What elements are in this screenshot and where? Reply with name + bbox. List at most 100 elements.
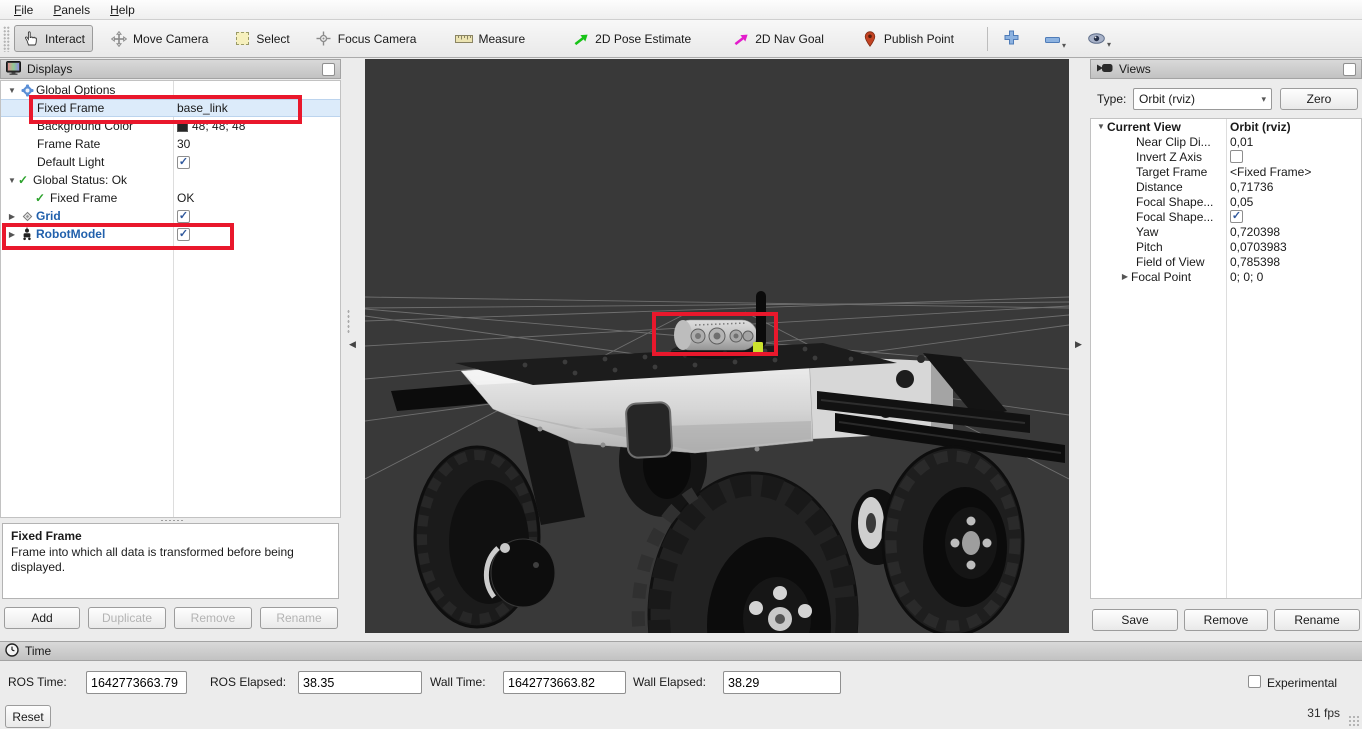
tree-row-default-light[interactable]: Default Light ✓ xyxy=(1,153,340,171)
interact-tool-button[interactable]: Interact xyxy=(14,25,93,52)
row-label: Focal Point xyxy=(1131,270,1191,284)
remove-view-button[interactable]: Remove xyxy=(1184,609,1268,631)
add-tool-button[interactable] xyxy=(998,26,1025,52)
publish-point-tool-button[interactable]: Publish Point xyxy=(853,25,962,53)
rviz-window: { "menu": { "items": [ {"label":"File"},… xyxy=(0,0,1362,729)
view-type-combobox[interactable]: Orbit (rviz) ▾ xyxy=(1133,88,1272,110)
distance-value[interactable]: 0,71736 xyxy=(1230,180,1273,194)
menu-panels[interactable]: Panels xyxy=(43,1,100,19)
remove-tool-dropdown-caret[interactable]: ▾ xyxy=(1062,41,1066,50)
tree-row-pitch[interactable]: Pitch 0,0703983 xyxy=(1091,239,1361,254)
view-type-value: Orbit (rviz) xyxy=(1139,92,1195,106)
toolbar-drag-handle[interactable] xyxy=(3,26,10,52)
tree-row-global-status[interactable]: ▼ ✓ Global Status: Ok xyxy=(1,171,340,189)
tree-row-near-clip[interactable]: Near Clip Di... 0,01 xyxy=(1091,134,1361,149)
remove-tool-button[interactable]: ▾ xyxy=(1039,28,1070,50)
row-label: Invert Z Axis xyxy=(1136,150,1202,164)
clock-icon xyxy=(5,643,19,660)
color-swatch[interactable] xyxy=(177,121,188,132)
move-arrows-icon xyxy=(110,31,128,47)
tree-row-fixed-frame-status[interactable]: ✓ Fixed Frame OK xyxy=(1,189,340,207)
displays-panel-header[interactable]: Displays xyxy=(0,59,341,79)
collapse-left-arrow-icon[interactable]: ◀ xyxy=(349,339,356,350)
grid-diamond-icon xyxy=(18,210,36,223)
collapse-right-arrow-icon[interactable]: ▶ xyxy=(1075,339,1082,350)
nav-goal-tool-button[interactable]: 2D Nav Goal xyxy=(724,25,832,53)
time-panel-header[interactable]: Time xyxy=(0,641,1362,661)
time-panel-title: Time xyxy=(25,644,51,658)
menu-help[interactable]: Help xyxy=(100,1,145,19)
tool-visibility-button[interactable]: ▾ xyxy=(1082,27,1115,51)
duplicate-display-button: Duplicate xyxy=(88,607,166,629)
right-splitter[interactable]: ▶ xyxy=(1069,59,1090,633)
focal-shape-fixed-checkbox[interactable]: ✓ xyxy=(1230,210,1243,223)
expander-icon[interactable]: ▼ xyxy=(1095,122,1107,131)
tree-row-focal-shape-size[interactable]: Focal Shape... 0,05 xyxy=(1091,194,1361,209)
expander-icon[interactable]: ▼ xyxy=(6,86,18,95)
tree-row-background-color[interactable]: Background Color 48; 48; 48 xyxy=(1,117,340,135)
tree-row-yaw[interactable]: Yaw 0,720398 xyxy=(1091,224,1361,239)
expander-icon[interactable]: ▶ xyxy=(6,212,18,221)
combo-dropdown-caret[interactable]: ▾ xyxy=(1261,94,1266,105)
views-panel-header[interactable]: Views xyxy=(1090,59,1362,79)
tree-row-fixed-frame[interactable]: Fixed Frame base_link xyxy=(1,99,340,117)
pitch-value[interactable]: 0,0703983 xyxy=(1230,240,1287,254)
measure-tool-button[interactable]: Measure xyxy=(447,26,533,52)
tree-row-grid[interactable]: ▶ Grid ✓ xyxy=(1,207,340,225)
select-tool-button[interactable]: Select xyxy=(225,26,297,52)
render-viewport[interactable] xyxy=(365,59,1069,633)
wall-elapsed-label: Wall Elapsed: xyxy=(633,675,706,689)
focal-point-value[interactable]: 0; 0; 0 xyxy=(1230,270,1263,284)
tree-row-distance[interactable]: Distance 0,71736 xyxy=(1091,179,1361,194)
background-color-value[interactable]: 48; 48; 48 xyxy=(192,119,245,133)
target-frame-value[interactable]: <Fixed Frame> xyxy=(1230,165,1311,179)
resize-grip[interactable] xyxy=(1348,715,1360,727)
wall-time-input[interactable] xyxy=(503,671,626,694)
views-panel-float-button[interactable] xyxy=(1343,63,1356,76)
default-light-checkbox[interactable]: ✓ xyxy=(177,156,190,169)
field-of-view-value[interactable]: 0,785398 xyxy=(1230,255,1280,269)
ros-time-input[interactable] xyxy=(86,671,187,694)
menu-file[interactable]: File xyxy=(4,1,43,19)
rename-view-button[interactable]: Rename xyxy=(1274,609,1360,631)
robot-model-enabled-checkbox[interactable]: ✓ xyxy=(177,228,190,241)
left-splitter[interactable]: ◀ xyxy=(341,59,365,633)
save-view-button[interactable]: Save xyxy=(1092,609,1178,631)
tree-row-invert-z[interactable]: Invert Z Axis xyxy=(1091,149,1361,164)
expander-icon[interactable]: ▼ xyxy=(6,176,18,185)
add-display-button[interactable]: Add xyxy=(4,607,80,629)
pose-estimate-tool-button[interactable]: 2D Pose Estimate xyxy=(564,25,699,53)
yaw-value[interactable]: 0,720398 xyxy=(1230,225,1280,239)
fixed-frame-value[interactable]: base_link xyxy=(177,101,228,115)
wall-elapsed-input[interactable] xyxy=(723,671,841,694)
tree-row-focal-shape-fixed[interactable]: Focal Shape... ✓ xyxy=(1091,209,1361,224)
grid-enabled-checkbox[interactable]: ✓ xyxy=(177,210,190,223)
invert-z-checkbox[interactable] xyxy=(1230,150,1243,163)
focus-camera-tool-label: Focus Camera xyxy=(338,32,417,46)
tree-row-global-options[interactable]: ▼ Global Options xyxy=(1,81,340,99)
expander-icon[interactable]: ▶ xyxy=(6,230,18,239)
tree-row-target-frame[interactable]: Target Frame <Fixed Frame> xyxy=(1091,164,1361,179)
displays-panel-float-button[interactable] xyxy=(322,63,335,76)
tree-row-frame-rate[interactable]: Frame Rate 30 xyxy=(1,135,340,153)
tree-row-focal-point[interactable]: ▶ Focal Point 0; 0; 0 xyxy=(1091,269,1361,284)
visibility-dropdown-caret[interactable]: ▾ xyxy=(1107,40,1111,49)
move-camera-tool-button[interactable]: Move Camera xyxy=(102,25,216,53)
fps-counter: 31 fps xyxy=(1307,706,1340,720)
tree-row-current-view[interactable]: ▼ Current View Orbit (rviz) xyxy=(1091,119,1361,134)
focal-shape-size-value[interactable]: 0,05 xyxy=(1230,195,1253,209)
experimental-checkbox[interactable] xyxy=(1248,675,1261,688)
tree-row-robot-model[interactable]: ▶ RobotModel ✓ xyxy=(1,225,340,243)
reset-time-button[interactable]: Reset xyxy=(5,705,51,728)
tree-row-field-of-view[interactable]: Field of View 0,785398 xyxy=(1091,254,1361,269)
ros-elapsed-input[interactable] xyxy=(298,671,422,694)
near-clip-value[interactable]: 0,01 xyxy=(1230,135,1253,149)
frame-rate-value[interactable]: 30 xyxy=(177,137,190,151)
row-label: Focal Shape... xyxy=(1136,210,1213,224)
zero-view-button[interactable]: Zero xyxy=(1280,88,1358,110)
views-camera-icon xyxy=(1096,62,1113,77)
expander-icon[interactable]: ▶ xyxy=(1119,272,1131,281)
focus-camera-tool-button[interactable]: Focus Camera xyxy=(307,25,425,52)
green-arrow-icon xyxy=(572,31,590,47)
help-splitter-handle[interactable] xyxy=(160,519,184,522)
